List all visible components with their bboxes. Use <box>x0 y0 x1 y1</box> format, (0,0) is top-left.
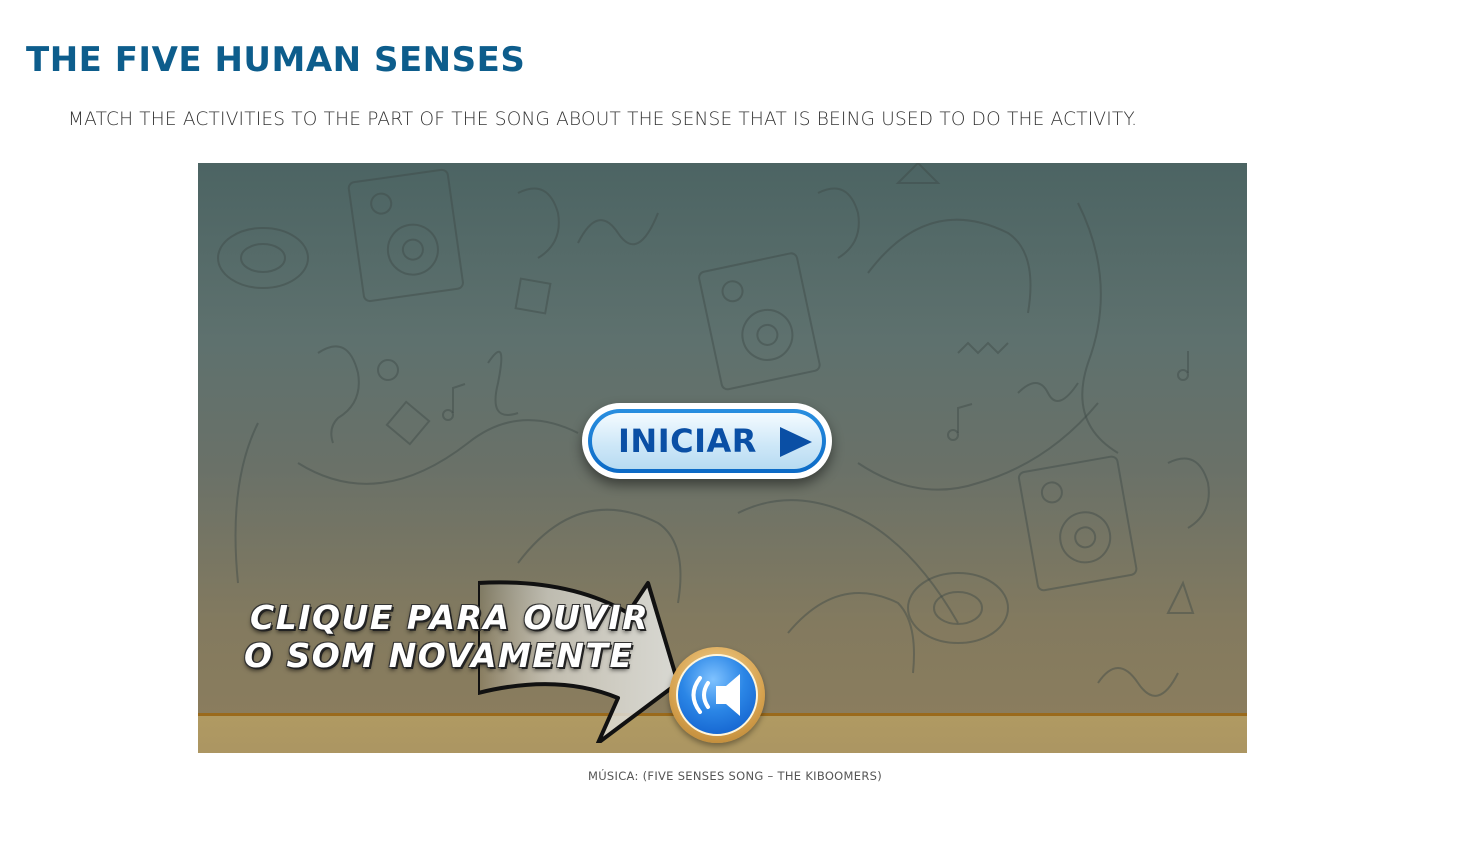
page-title: THE FIVE HUMAN SENSES <box>26 40 526 80</box>
play-icon <box>780 427 812 457</box>
replay-hint-line-1: CLIQUE PARA OUVIR <box>250 598 650 637</box>
replay-sound-button[interactable] <box>669 647 765 743</box>
start-button[interactable]: INICIAR <box>582 403 832 479</box>
song-game-frame: INICIAR CLIQUE PARA OUVIR O SOM NOVAMENT… <box>198 163 1247 753</box>
replay-hint-line-2: O SOM NOVAMENTE <box>244 636 634 675</box>
activity-instructions: MATCH THE ACTIVITIES TO THE PART OF THE … <box>68 109 1138 130</box>
start-button-label: INICIAR <box>618 422 757 460</box>
speaker-icon <box>691 674 740 716</box>
music-credit-caption: MÚSICA: (FIVE SENSES SONG – THE KIBOOMER… <box>587 769 883 783</box>
